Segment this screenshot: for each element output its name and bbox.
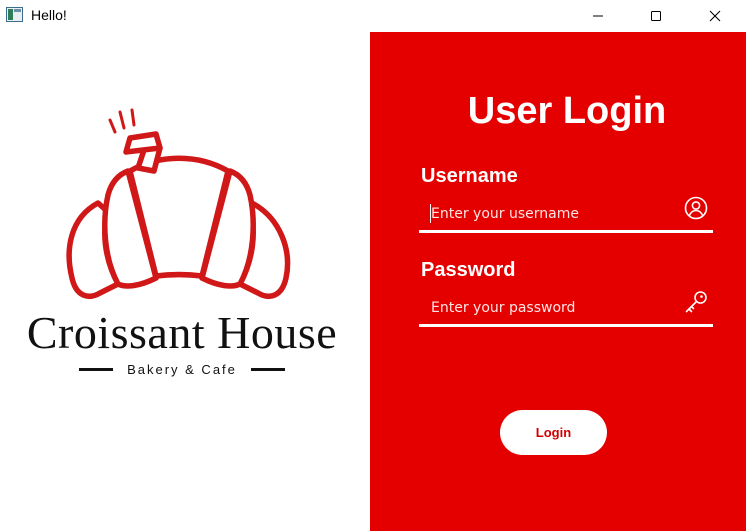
- key-icon: [685, 291, 707, 313]
- window-titlebar: Hello!: [0, 0, 746, 32]
- login-button[interactable]: Login: [500, 410, 607, 455]
- minimize-icon: [593, 15, 603, 17]
- tagline-divider-left: [79, 368, 113, 371]
- login-title: User Login: [467, 90, 667, 132]
- login-panel: User Login Username Password Login: [370, 32, 746, 531]
- user-circle-icon: [684, 196, 708, 220]
- close-icon: [709, 10, 721, 22]
- brand-name: Croissant House: [26, 307, 338, 358]
- password-label: Password: [421, 259, 516, 281]
- brand-panel: Croissant House Bakery & Cafe: [0, 32, 370, 531]
- maximize-button[interactable]: [633, 0, 679, 32]
- password-input[interactable]: [431, 297, 671, 319]
- window-title: Hello!: [31, 7, 67, 23]
- tagline-row: Bakery & Cafe: [79, 362, 285, 377]
- brand-tagline: Bakery & Cafe: [127, 362, 237, 377]
- username-input[interactable]: [431, 203, 671, 225]
- maximize-icon: [651, 11, 661, 21]
- password-field: [419, 289, 713, 327]
- username-field: [419, 195, 713, 233]
- app-icon: [6, 7, 23, 22]
- username-label: Username: [421, 165, 518, 187]
- croissant-icon: [66, 108, 291, 299]
- tagline-divider-right: [250, 368, 285, 371]
- close-button[interactable]: [692, 0, 738, 32]
- minimize-button[interactable]: [575, 0, 621, 32]
